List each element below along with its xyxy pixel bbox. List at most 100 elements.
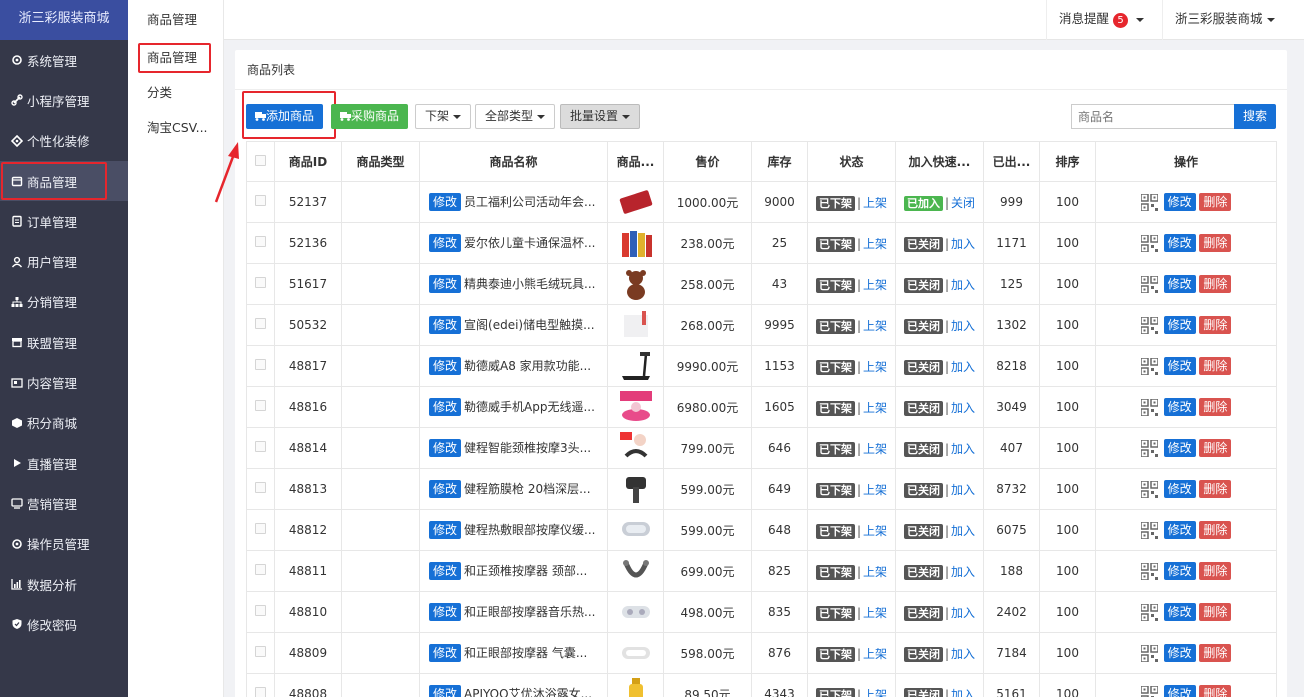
row-checkbox[interactable] [255,605,266,616]
product-thumbnail[interactable] [618,676,654,697]
sidebar-item[interactable]: 联盟管理 [0,322,128,362]
product-thumbnail[interactable] [618,594,654,630]
delete-button[interactable]: 删除 [1199,316,1232,334]
product-thumbnail[interactable] [618,389,654,425]
put-on-shelf-link[interactable]: 上架 [863,237,887,251]
quick-join-link[interactable]: 加入 [951,483,975,497]
row-checkbox[interactable] [255,359,266,370]
account-dropdown[interactable]: 浙三彩服装商城 [1162,0,1304,40]
quick-join-link[interactable]: 加入 [951,606,975,620]
product-stock[interactable]: 4343 [751,673,808,697]
quick-join-link[interactable]: 加入 [951,319,975,333]
qr-code-icon[interactable] [1140,317,1158,334]
table-row[interactable]: 48809 修改 和正眼部按摩器 气囊... 598.00元 876 已下架 | 上架 已关闭 |… [246,632,1277,674]
row-checkbox[interactable] [255,277,266,288]
edit-button[interactable]: 修改 [1163,275,1196,293]
edit-button[interactable]: 修改 [1163,193,1196,211]
row-checkbox[interactable] [255,523,266,534]
put-on-shelf-link[interactable]: 上架 [863,360,887,374]
table-row[interactable]: 48813 修改 健程筋膜枪 20档深层... 599.00元 649 已下架 | 上架 已关闭… [246,468,1277,510]
product-stock[interactable]: 876 [751,632,808,674]
table-row[interactable]: 52137 修改 员工福利公司活动年会... 1000.00元 9000 已下架 | 上架 已加… [246,181,1277,223]
put-on-shelf-link[interactable]: 上架 [863,401,887,415]
product-name[interactable]: 宣阁(edei)储电型触摸... [464,318,595,332]
edit-name-button[interactable]: 修改 [429,357,462,375]
product-thumbnail[interactable] [618,307,654,343]
product-stock[interactable]: 649 [751,468,808,510]
delete-button[interactable]: 删除 [1199,685,1232,697]
put-on-shelf-link[interactable]: 上架 [863,278,887,292]
product-thumbnail[interactable] [618,512,654,548]
row-checkbox[interactable] [255,646,266,657]
quick-join-link[interactable]: 加入 [951,360,975,374]
table-row[interactable]: 50532 修改 宣阁(edei)储电型触摸... 268.00元 9995 已下架 | 上架… [246,304,1277,346]
product-thumbnail[interactable] [618,184,654,220]
delete-button[interactable]: 删除 [1199,275,1232,293]
put-on-shelf-link[interactable]: 上架 [863,606,887,620]
brand-title[interactable]: 浙三彩服装商城 [0,0,128,40]
product-name[interactable]: 健程智能颈椎按摩3头... [464,441,591,455]
product-name[interactable]: 勒德威A8 家用款功能... [464,359,591,373]
delete-button[interactable]: 删除 [1199,644,1232,662]
product-thumbnail[interactable] [618,635,654,671]
row-select-cell[interactable] [246,304,275,346]
edit-button[interactable]: 修改 [1163,357,1196,375]
sidebar-item[interactable]: 数据分析 [0,564,128,604]
sidebar-item[interactable]: 分销管理 [0,282,128,322]
product-name[interactable]: 和正眼部按摩器 气囊... [464,646,587,660]
qr-code-icon[interactable] [1140,358,1158,375]
delete-button[interactable]: 删除 [1199,234,1232,252]
row-select-cell[interactable] [246,632,275,674]
search-button[interactable]: 搜索 [1234,104,1276,129]
table-row[interactable]: 48814 修改 健程智能颈椎按摩3头... 799.00元 646 已下架 | 上架 已关闭 |… [246,427,1277,469]
edit-name-button[interactable]: 修改 [429,193,462,211]
row-checkbox[interactable] [255,400,266,411]
qr-code-icon[interactable] [1140,563,1158,580]
product-stock[interactable]: 646 [751,427,808,469]
row-select-cell[interactable] [246,263,275,305]
qr-code-icon[interactable] [1140,235,1158,252]
sidebar-item[interactable]: 用户管理 [0,241,128,281]
select-all-checkbox[interactable] [255,154,266,166]
product-thumbnail[interactable] [618,471,654,507]
delete-button[interactable]: 删除 [1199,193,1232,211]
product-thumbnail[interactable] [618,225,654,261]
edit-button[interactable]: 修改 [1163,398,1196,416]
table-row[interactable]: 48808 修改 APIYOO艾优沐浴露女... 89.50元 4343 已下架 | 上架 已关… [246,673,1277,697]
row-select-cell[interactable] [246,468,275,510]
table-row[interactable]: 48816 修改 勒德威手机App无线遥... 6980.00元 1605 已下架 | 上架已… [246,386,1277,428]
edit-button[interactable]: 修改 [1163,480,1196,498]
row-checkbox[interactable] [255,482,266,493]
product-stock[interactable]: 825 [751,550,808,592]
sidebar-item[interactable]: 个性化装修 [0,121,128,161]
edit-name-button[interactable]: 修改 [429,439,462,457]
row-select-cell[interactable] [246,222,275,264]
product-stock[interactable]: 25 [751,222,808,264]
search-input[interactable] [1071,104,1235,129]
product-name[interactable]: 健程筋膜枪 20档深层... [464,482,591,496]
row-checkbox[interactable] [255,441,266,452]
put-on-shelf-link[interactable]: 上架 [863,565,887,579]
quick-join-link[interactable]: 加入 [951,524,975,538]
quick-close-link[interactable]: 关闭 [951,196,975,210]
quick-join-link[interactable]: 加入 [951,647,975,661]
edit-name-button[interactable]: 修改 [429,521,462,539]
row-select-cell[interactable] [246,550,275,592]
quick-join-link[interactable]: 加入 [951,237,975,251]
row-select-cell[interactable] [246,509,275,551]
delete-button[interactable]: 删除 [1199,521,1232,539]
qr-code-icon[interactable] [1140,276,1158,293]
row-select-cell[interactable] [246,673,275,697]
product-name[interactable]: 精典泰迪小熊毛绒玩具... [464,277,595,291]
product-stock[interactable]: 43 [751,263,808,305]
type-filter-dropdown[interactable]: 全部类型 [475,104,556,129]
product-stock[interactable]: 835 [751,591,808,633]
row-select-cell[interactable] [246,181,275,223]
row-select-cell[interactable] [246,591,275,633]
quick-join-link[interactable]: 加入 [951,401,975,415]
table-row[interactable]: 52136 修改 爱尔依儿童卡通保温杯... 238.00元 25 已下架 | 上架 已关闭 | 加… [246,222,1277,264]
row-checkbox[interactable] [255,236,266,247]
batch-settings-dropdown[interactable]: 批量设置 [560,104,641,129]
edit-button[interactable]: 修改 [1163,603,1196,621]
put-on-shelf-link[interactable]: 上架 [863,442,887,456]
